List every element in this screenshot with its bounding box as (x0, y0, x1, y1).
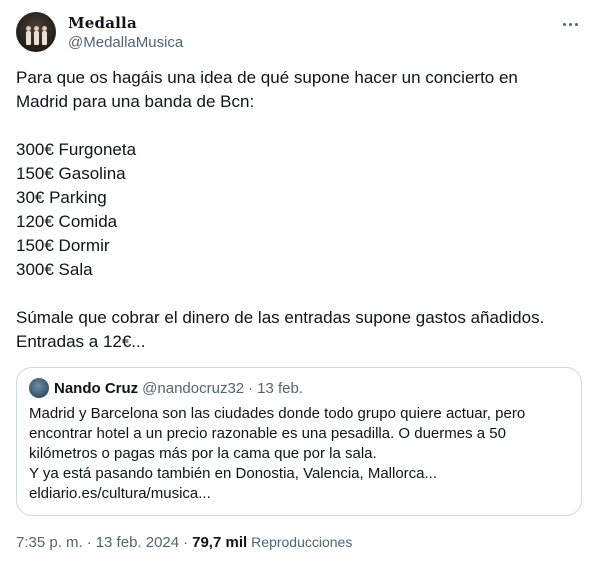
views-count: 79,7 mil (192, 533, 248, 551)
tweet-line: 120€ Comida (16, 212, 118, 231)
tweet-card: Medalla @MedallaMusica Para que os hagái… (0, 0, 598, 566)
tweet-line: 30€ Parking (16, 188, 107, 207)
separator-dot: · (183, 533, 189, 551)
tweet-line: Entradas a 12€... (16, 332, 146, 351)
tweet-line: Para que os hagáis una idea de qué supon… (16, 68, 518, 87)
views-label: Reproducciones (251, 534, 353, 550)
quoted-tweet-header: Nando Cruz @nandocruz32 · 13 feb. (29, 378, 303, 398)
tweet-line: 150€ Dormir (16, 236, 110, 255)
author-handle[interactable]: @MedallaMusica (68, 34, 183, 51)
more-horizontal-icon (562, 22, 578, 26)
tweet-date[interactable]: 13 feb. 2024 (96, 534, 179, 551)
quoted-tweet-date: 13 feb. (257, 379, 304, 397)
quote-line: Madrid y Barcelona son las ciudades dond… (29, 405, 526, 422)
tweet-header: Medalla @MedallaMusica (16, 12, 582, 54)
tweet-line: Súmale que cobrar el dinero de las entra… (16, 308, 545, 327)
quote-line: Y ya está pasando también en Donostia, V… (29, 465, 438, 482)
tweet-line-blank (16, 114, 582, 138)
quoted-author-name: Nando Cruz (54, 379, 139, 397)
quoted-author-avatar (29, 378, 49, 398)
avatar-figure (42, 26, 47, 45)
tweet-time[interactable]: 7:35 p. m. (16, 534, 83, 551)
quoted-author-handle: @nandocruz32 (142, 379, 245, 397)
author-name[interactable]: Medalla (68, 14, 137, 32)
tweet-line: 150€ Gasolina (16, 164, 126, 183)
tweet-text: Para que os hagáis una idea de qué supon… (16, 66, 582, 354)
avatar-figure (34, 26, 39, 45)
author-avatar[interactable] (16, 12, 56, 52)
quote-link: eldiario.es/cultura/musica... (29, 485, 211, 502)
separator-dot: · (86, 533, 92, 551)
tweet-line: Madrid para una banda de Bcn: (16, 92, 255, 111)
quote-line: encontrar hotel a un precio razonable es… (29, 425, 506, 442)
tweet-meta: 7:35 p. m. · 13 feb. 2024 · 79,7 mil Rep… (16, 532, 352, 552)
quoted-tweet[interactable]: Nando Cruz @nandocruz32 · 13 feb. Madrid… (16, 367, 582, 516)
tweet-line: 300€ Furgoneta (16, 140, 137, 159)
avatar-figure (26, 26, 31, 45)
more-options-button[interactable] (558, 12, 582, 36)
tweet-line: 300€ Sala (16, 260, 93, 279)
quote-line: kilómetros o pagas más por la cama que p… (29, 445, 377, 462)
quoted-tweet-text: Madrid y Barcelona son las ciudades dond… (29, 404, 569, 504)
separator-dot: · (248, 379, 254, 397)
tweet-line-blank (16, 282, 582, 306)
